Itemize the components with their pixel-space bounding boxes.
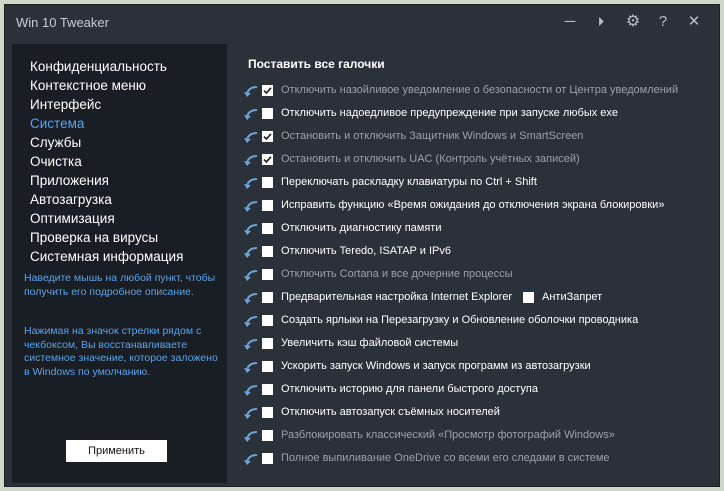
option-label: Отключить Cortana и все дочерние процесс… — [281, 268, 513, 280]
antizapret-checkbox[interactable] — [523, 292, 534, 303]
option-label: Создать ярлыки на Перезагрузку и Обновле… — [281, 314, 639, 326]
option-label: Отключить назойливое уведомление о безоп… — [281, 84, 679, 96]
option-label: Остановить и отключить Защитник Windows … — [281, 130, 584, 142]
sidebar-item[interactable]: Автозагрузка — [30, 190, 183, 209]
sidebar-item[interactable]: Контекстное меню — [30, 76, 183, 95]
option-label: Ускорить запуск Windows и запуск програм… — [281, 360, 591, 372]
option-label: Переключать раскладку клавиатуры по Ctrl… — [281, 176, 537, 188]
sidebar-hint-hover: Наведите мышь на любой пункт, чтобы полу… — [24, 272, 216, 298]
option-row: Отключить историю для панели быстрого до… — [233, 379, 713, 402]
sidebar-item[interactable]: Оптимизация — [30, 209, 183, 228]
option-checkbox[interactable] — [262, 246, 273, 257]
options-panel: Поставить все галочки Отключить назойлив… — [233, 44, 713, 483]
restore-default-icon[interactable] — [243, 245, 259, 259]
option-checkbox[interactable] — [262, 269, 273, 280]
sidebar-item[interactable]: Приложения — [30, 171, 183, 190]
option-row: Остановить и отключить UAC (Контроль учё… — [233, 149, 713, 172]
restore-default-icon[interactable] — [243, 153, 259, 167]
sidebar-hint-restore: Нажимая на значок стрелки рядом с чекбок… — [24, 325, 218, 378]
option-label: Отключить автозапуск съёмных носителей — [281, 406, 500, 418]
option-checkbox[interactable] — [262, 85, 273, 96]
app-title: Win 10 Tweaker — [16, 15, 109, 30]
option-label: Остановить и отключить UAC (Контроль учё… — [281, 153, 580, 165]
restore-default-icon[interactable] — [243, 107, 259, 121]
option-row: Создать ярлыки на Перезагрузку и Обновле… — [233, 310, 713, 333]
option-checkbox[interactable] — [262, 108, 273, 119]
option-row: Предварительная настройка Internet Explo… — [233, 287, 713, 310]
option-row: Переключать раскладку клавиатуры по Ctrl… — [233, 172, 713, 195]
option-row: Разблокировать классический «Просмотр фо… — [233, 425, 713, 448]
play-icon[interactable]: ⏵ — [589, 11, 613, 33]
option-checkbox[interactable] — [262, 384, 273, 395]
sidebar-item[interactable]: Проверка на вирусы — [30, 228, 183, 247]
app-window: Win 10 Tweaker ─ ⏵ ⚙ ? ✕ Конфиденциально… — [4, 4, 720, 487]
option-checkbox[interactable] — [262, 154, 273, 165]
option-row: Отключить назойливое уведомление о безоп… — [233, 80, 713, 103]
restore-default-icon[interactable] — [243, 176, 259, 190]
restore-default-icon[interactable] — [243, 429, 259, 443]
option-row: Остановить и отключить Защитник Windows … — [233, 126, 713, 149]
option-row: Отключить Teredo, ISATAP и IPv6 — [233, 241, 713, 264]
sidebar-item[interactable]: Система — [30, 114, 183, 133]
option-row: Исправить функцию «Время ожидания до отк… — [233, 195, 713, 218]
sidebar-item[interactable]: Системная информация — [30, 247, 183, 266]
option-checkbox[interactable] — [262, 361, 273, 372]
option-checkbox[interactable] — [262, 292, 273, 303]
option-checkbox[interactable] — [262, 223, 273, 234]
sidebar-item[interactable]: Интерфейс — [30, 95, 183, 114]
option-label: Предварительная настройка Internet Explo… — [281, 291, 513, 303]
restore-default-icon[interactable] — [243, 84, 259, 98]
option-row: Отключить диагностику памяти — [233, 218, 713, 241]
help-icon[interactable]: ? — [651, 11, 675, 33]
restore-default-icon[interactable] — [243, 199, 259, 213]
option-checkbox[interactable] — [262, 200, 273, 211]
option-row: Отключить Cortana и все дочерние процесс… — [233, 264, 713, 287]
option-row: Увеличить кэш файловой системы — [233, 333, 713, 356]
option-row: Отключить автозапуск съёмных носителей — [233, 402, 713, 425]
minimize-icon[interactable]: ─ — [558, 11, 582, 33]
restore-default-icon[interactable] — [243, 268, 259, 282]
close-icon[interactable]: ✕ — [682, 11, 706, 33]
restore-default-icon[interactable] — [243, 406, 259, 420]
titlebar: Win 10 Tweaker ─ ⏵ ⚙ ? ✕ — [5, 5, 719, 40]
option-checkbox[interactable] — [262, 338, 273, 349]
option-checkbox[interactable] — [262, 131, 273, 142]
option-row: Отключить надоедливое предупреждение при… — [233, 103, 713, 126]
sidebar-item[interactable]: Конфиденциальность — [30, 57, 183, 76]
antizapret-label: АнтиЗапрет — [542, 291, 603, 303]
restore-default-icon[interactable] — [243, 452, 259, 466]
sidebar: Конфиденциальность Контекстное меню Интерф… — [12, 44, 227, 483]
option-label: Отключить диагностику памяти — [281, 222, 442, 234]
option-label: Отключить историю для панели быстрого до… — [281, 383, 538, 395]
check-all-link[interactable]: Поставить все галочки — [248, 57, 385, 71]
gear-icon[interactable]: ⚙ — [621, 11, 645, 33]
restore-default-icon[interactable] — [243, 337, 259, 351]
option-label: Отключить надоедливое предупреждение при… — [281, 107, 619, 119]
option-checkbox[interactable] — [262, 177, 273, 188]
sidebar-item[interactable]: Очистка — [30, 152, 183, 171]
restore-default-icon[interactable] — [243, 222, 259, 236]
option-checkbox[interactable] — [262, 430, 273, 441]
option-row: Полное выпиливание OneDrive со всеми его… — [233, 448, 713, 471]
sidebar-item[interactable]: Службы — [30, 133, 183, 152]
apply-button[interactable]: Применить — [66, 440, 167, 462]
option-label: Полное выпиливание OneDrive со всеми его… — [281, 452, 610, 464]
option-label: Исправить функцию «Время ожидания до отк… — [281, 199, 665, 211]
restore-default-icon[interactable] — [243, 291, 259, 305]
option-label: Отключить Teredo, ISATAP и IPv6 — [281, 245, 451, 257]
restore-default-icon[interactable] — [243, 314, 259, 328]
option-row: Ускорить запуск Windows и запуск програм… — [233, 356, 713, 379]
restore-default-icon[interactable] — [243, 383, 259, 397]
option-checkbox[interactable] — [262, 315, 273, 326]
option-label: Увеличить кэш файловой системы — [281, 337, 459, 349]
option-checkbox[interactable] — [262, 407, 273, 418]
sidebar-nav: Конфиденциальность Контекстное меню Интерф… — [30, 57, 183, 266]
restore-default-icon[interactable] — [243, 130, 259, 144]
option-label: Разблокировать классический «Просмотр фо… — [281, 429, 615, 441]
option-checkbox[interactable] — [262, 453, 273, 464]
restore-default-icon[interactable] — [243, 360, 259, 374]
